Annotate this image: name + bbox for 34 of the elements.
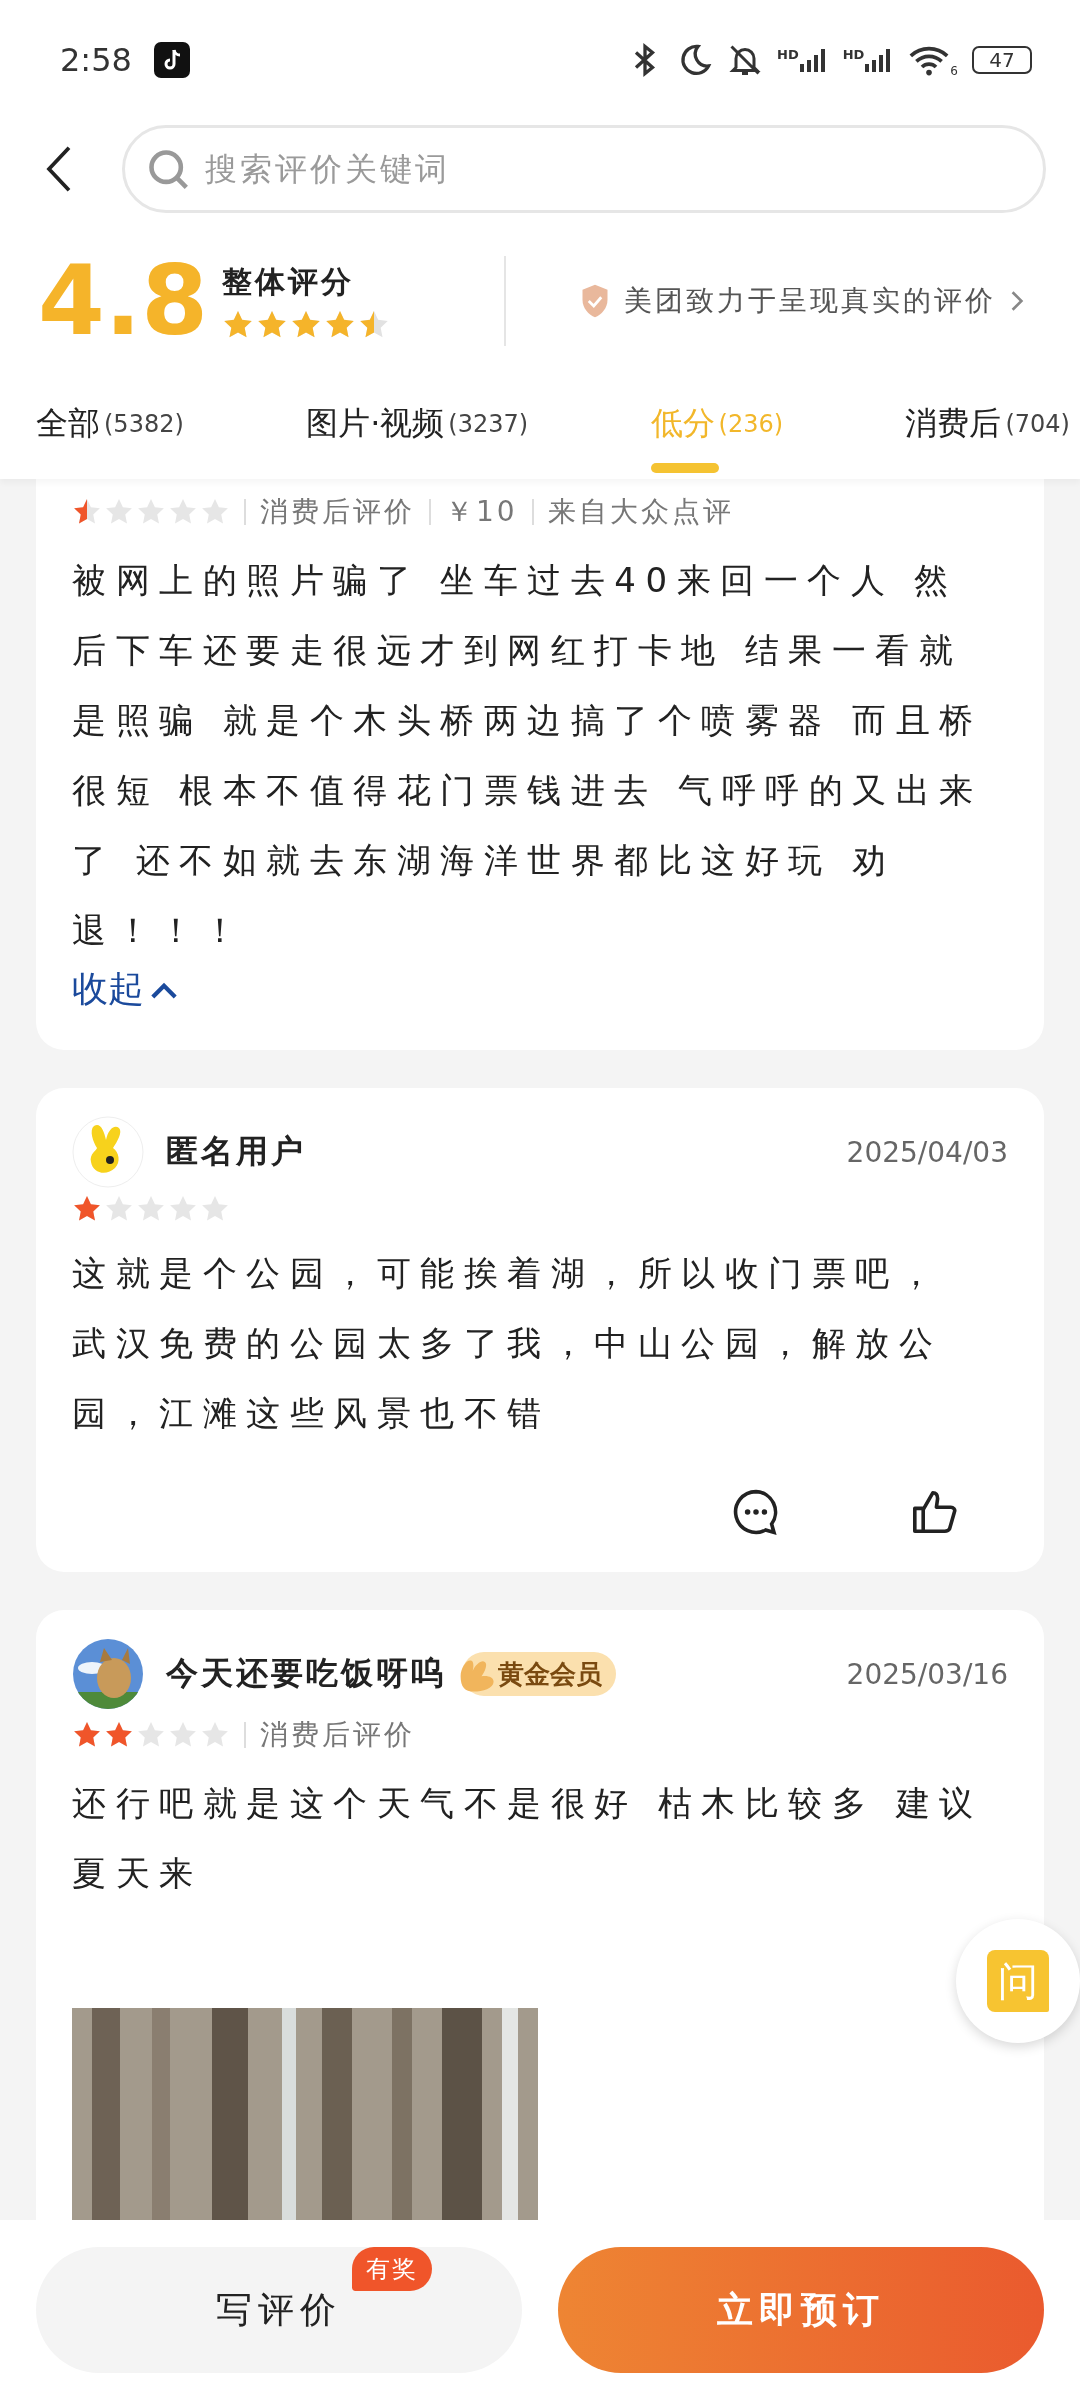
comment-icon[interactable] (732, 1488, 780, 1536)
search-icon (146, 147, 190, 191)
rating-label: 整体评分 (222, 262, 356, 301)
filter-tab[interactable]: 图片·视频(3237) (306, 389, 529, 473)
filter-tab[interactable]: 全部(5382) (36, 389, 184, 473)
member-badge: 黄金会员 (462, 1652, 616, 1696)
reward-badge: 有奖 (352, 2247, 432, 2291)
app-notification-icon (153, 42, 190, 78)
bell-off-icon (727, 42, 763, 78)
review-date: 2025/04/03 (846, 1135, 1008, 1169)
search-field[interactable]: 搜索评价关键词 (122, 125, 1046, 213)
network-label: HD (777, 47, 799, 62)
wifi-label: 6 (950, 64, 958, 78)
review-date: 2025/03/16 (846, 1657, 1008, 1691)
network-label: HD (842, 47, 865, 62)
chevron-right-icon[interactable] (1009, 290, 1024, 312)
status-time: 2:58 (60, 41, 132, 79)
thumbs-up-icon[interactable] (910, 1488, 958, 1536)
write-review-button[interactable]: 写评价 有奖 (36, 2247, 522, 2373)
review-text: 还行吧就是这个天气不是很好 枯木比较多 建议夏天来 (72, 1782, 984, 1895)
battery-icon: 47 (972, 46, 1032, 74)
review-text: 被网上的照片骗了 坐车过去40来回一个人 然后下车还要走很远才到网红打卡地 结果一看就是照骗 就是个木头桥两边搞了个喷雾器 而且桥很短 根本不值得花门票钱进去 气呼呼的又出来了 还不如就去东湖海洋世界都比这好玩 劝退！！！ (72, 559, 984, 952)
tab-indicator (650, 463, 719, 473)
user-name[interactable]: 匿名用户 (166, 1130, 306, 1174)
authenticity-notice[interactable]: 美团致力于呈现真实的评价 (623, 282, 996, 320)
user-name[interactable]: 今天还要吃饭呀呜 (166, 1652, 446, 1696)
rating-score: 4.8 (38, 253, 209, 349)
collapse-link[interactable]: 收起 (72, 965, 1008, 1014)
filter-tab[interactable]: 消费后(704) (905, 389, 1070, 473)
review-text: 这就是个公园，可能挨着湖，所以收门票吧，武汉免费的公园太多了我，中山公园，解放公园，江滩这些风景也不错 (72, 1252, 943, 1435)
review-meta: 消费后评价 (260, 1717, 415, 1753)
review-meta: ￥10 (445, 494, 518, 530)
review-meta: 来自大众点评 (547, 494, 734, 530)
review-meta: 消费后评价 (260, 494, 415, 530)
